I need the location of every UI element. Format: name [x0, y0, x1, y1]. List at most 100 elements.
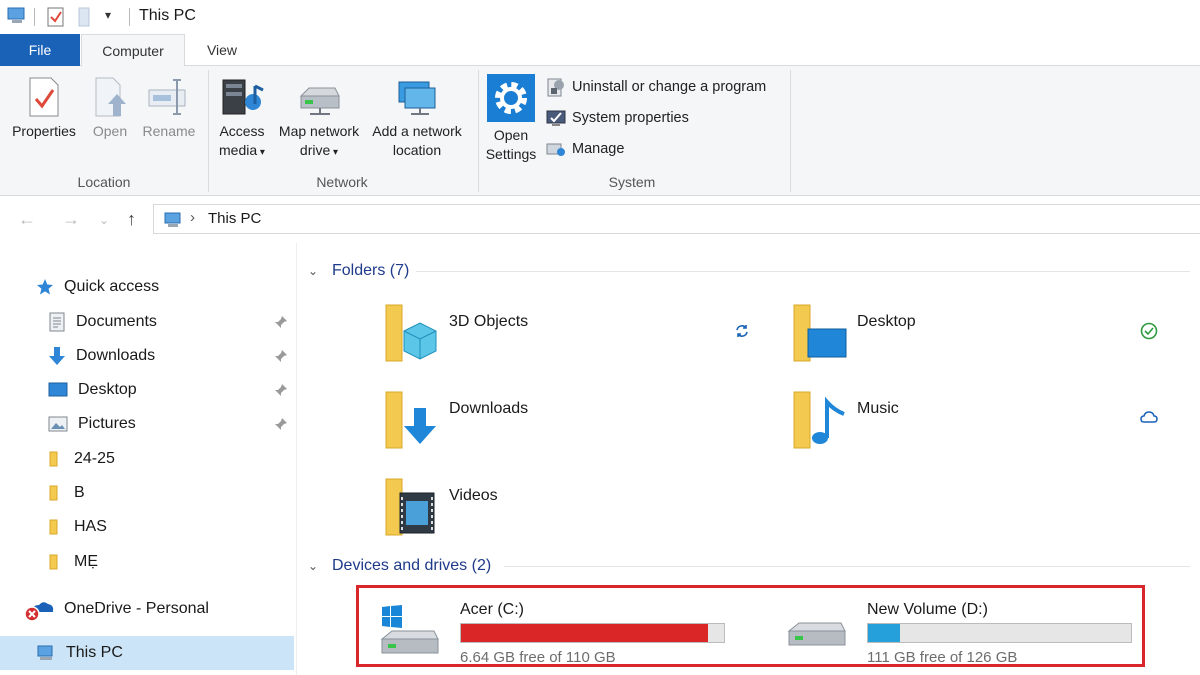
- add-network-location-button[interactable]: Add a network location: [366, 76, 468, 160]
- star-icon: [37, 279, 53, 295]
- title-separator: [129, 8, 130, 26]
- system-properties-icon: [546, 110, 566, 126]
- sidebar-item-downloads[interactable]: Downloads: [48, 342, 155, 370]
- check-icon: [1140, 322, 1158, 340]
- properties-quick-icon[interactable]: [46, 6, 66, 28]
- sidebar-label: Pictures: [78, 415, 136, 432]
- uninstall-program-button[interactable]: Uninstall or change a program: [545, 75, 766, 99]
- sidebar-item-quick-access[interactable]: Quick access: [36, 273, 159, 301]
- collapse-chevron-icon[interactable]: ⌄: [308, 559, 324, 573]
- sync-icon: [736, 325, 748, 337]
- sidebar-item-onedrive[interactable]: OneDrive - Personal: [24, 595, 209, 623]
- recent-locations-chevron-icon[interactable]: ⌄: [99, 213, 109, 227]
- rename-button[interactable]: Rename: [138, 76, 200, 141]
- system-properties-button[interactable]: System properties: [545, 106, 689, 130]
- folders-section-header[interactable]: ⌄ Folders (7): [308, 259, 409, 283]
- network-drive-icon: [299, 87, 340, 115]
- download-arrow-icon: [49, 347, 65, 365]
- sidebar-label: OneDrive - Personal: [64, 600, 209, 617]
- sidebar-item-this-pc[interactable]: This PC: [36, 639, 123, 667]
- new-folder-quick-icon[interactable]: [76, 6, 92, 28]
- pin-icon[interactable]: [274, 315, 288, 329]
- folder-tile-desktop[interactable]: Desktop: [790, 301, 1190, 371]
- sidebar-label: 24-25: [74, 450, 115, 467]
- sidebar-item-documents[interactable]: Documents: [48, 308, 157, 336]
- window-title: This PC: [139, 7, 196, 24]
- breadcrumb-chevron-icon[interactable]: ›: [190, 209, 195, 226]
- breadcrumb-this-pc[interactable]: This PC: [208, 210, 261, 227]
- network-location-icon: [398, 81, 436, 115]
- open-settings-button[interactable]: Open Settings: [482, 74, 540, 164]
- folder-name: Desktop: [857, 313, 916, 330]
- back-arrow-icon[interactable]: ←: [18, 209, 36, 230]
- sidebar-label: Documents: [76, 313, 157, 330]
- 3d-objects-folder-icon: [385, 304, 437, 362]
- sidebar-item-folder-b[interactable]: B: [48, 479, 85, 507]
- properties-button[interactable]: Properties: [6, 76, 82, 141]
- pin-icon[interactable]: [274, 349, 288, 363]
- title-separator: [34, 8, 35, 26]
- collapse-chevron-icon[interactable]: ⌄: [308, 264, 324, 278]
- tab-computer[interactable]: Computer: [81, 34, 185, 67]
- music-folder-icon: [793, 391, 845, 449]
- drives-section-header[interactable]: ⌄ Devices and drives (2): [308, 554, 491, 578]
- manage-icon: [546, 143, 565, 156]
- network-group-label: Network: [316, 174, 368, 190]
- pin-icon[interactable]: [274, 417, 288, 431]
- sidebar-item-desktop[interactable]: Desktop: [48, 376, 137, 404]
- address-bar[interactable]: › This PC: [153, 204, 1200, 234]
- map-drive-label-line2: drive: [299, 142, 331, 158]
- sidebar-label: Desktop: [78, 381, 137, 398]
- pin-icon[interactable]: [274, 383, 288, 397]
- access-media-button[interactable]: Access media ▾: [212, 76, 272, 162]
- sidebar-label: B: [74, 484, 85, 501]
- manage-button[interactable]: Manage: [545, 137, 624, 161]
- navigation-bar: ← → ⌄ ↑ › This PC: [0, 197, 1200, 243]
- documents-icon: [49, 312, 65, 332]
- uninstall-label: Uninstall or change a program: [572, 79, 767, 95]
- desktop-folder-icon: [793, 304, 847, 362]
- ribbon: Properties Open Rename Location Access m…: [0, 66, 1200, 196]
- folder-icon: [49, 451, 58, 467]
- rename-icon: [148, 79, 186, 115]
- tab-view[interactable]: View: [190, 34, 254, 66]
- videos-folder-icon: [385, 478, 435, 536]
- folder-tile-3d-objects[interactable]: 3D Objects: [382, 301, 782, 371]
- system-properties-label: System properties: [572, 110, 689, 126]
- group-separator: [208, 70, 209, 192]
- forward-arrow-icon[interactable]: →: [62, 209, 80, 230]
- customize-quick-access-icon[interactable]: ▾: [105, 8, 111, 22]
- sidebar-label: Quick access: [64, 278, 160, 295]
- onedrive-cloud-icon: [24, 602, 54, 622]
- folder-tile-downloads[interactable]: Downloads: [382, 388, 782, 458]
- add-location-label-line1: Add a network: [372, 123, 462, 139]
- properties-label: Properties: [12, 123, 76, 139]
- sidebar-item-folder-24-25[interactable]: 24-25: [48, 445, 115, 473]
- sidebar-label: HAS: [74, 518, 107, 535]
- access-media-label-line2: media: [219, 142, 258, 158]
- add-location-label-line2: location: [392, 142, 442, 158]
- folders-heading: Folders (7): [332, 262, 410, 279]
- folder-tile-music[interactable]: Music: [790, 388, 1190, 458]
- sidebar-item-folder-has[interactable]: HAS: [48, 513, 107, 541]
- up-arrow-icon[interactable]: ↑: [127, 209, 136, 230]
- this-pc-icon: [7, 7, 25, 23]
- folder-name: Downloads: [449, 400, 529, 417]
- sidebar-item-pictures[interactable]: Pictures: [48, 410, 136, 438]
- system-group-label: System: [608, 174, 656, 190]
- sidebar-item-folder-me[interactable]: MẸ: [48, 548, 98, 576]
- access-media-icon: [222, 79, 264, 115]
- map-network-drive-button[interactable]: Map network drive ▾: [272, 76, 366, 162]
- open-label: Open: [92, 123, 128, 139]
- open-button[interactable]: Open: [88, 76, 132, 141]
- folder-name: Music: [857, 400, 899, 417]
- settings-gear-icon: [487, 74, 535, 122]
- open-settings-label-line2: Settings: [485, 146, 537, 162]
- tab-file[interactable]: File: [0, 34, 80, 66]
- drives-heading: Devices and drives (2): [332, 557, 492, 574]
- manage-label: Manage: [572, 141, 625, 157]
- folder-name: Videos: [449, 487, 498, 504]
- folder-tile-videos[interactable]: Videos: [382, 475, 782, 545]
- group-separator: [478, 70, 479, 192]
- section-divider: [416, 271, 1190, 272]
